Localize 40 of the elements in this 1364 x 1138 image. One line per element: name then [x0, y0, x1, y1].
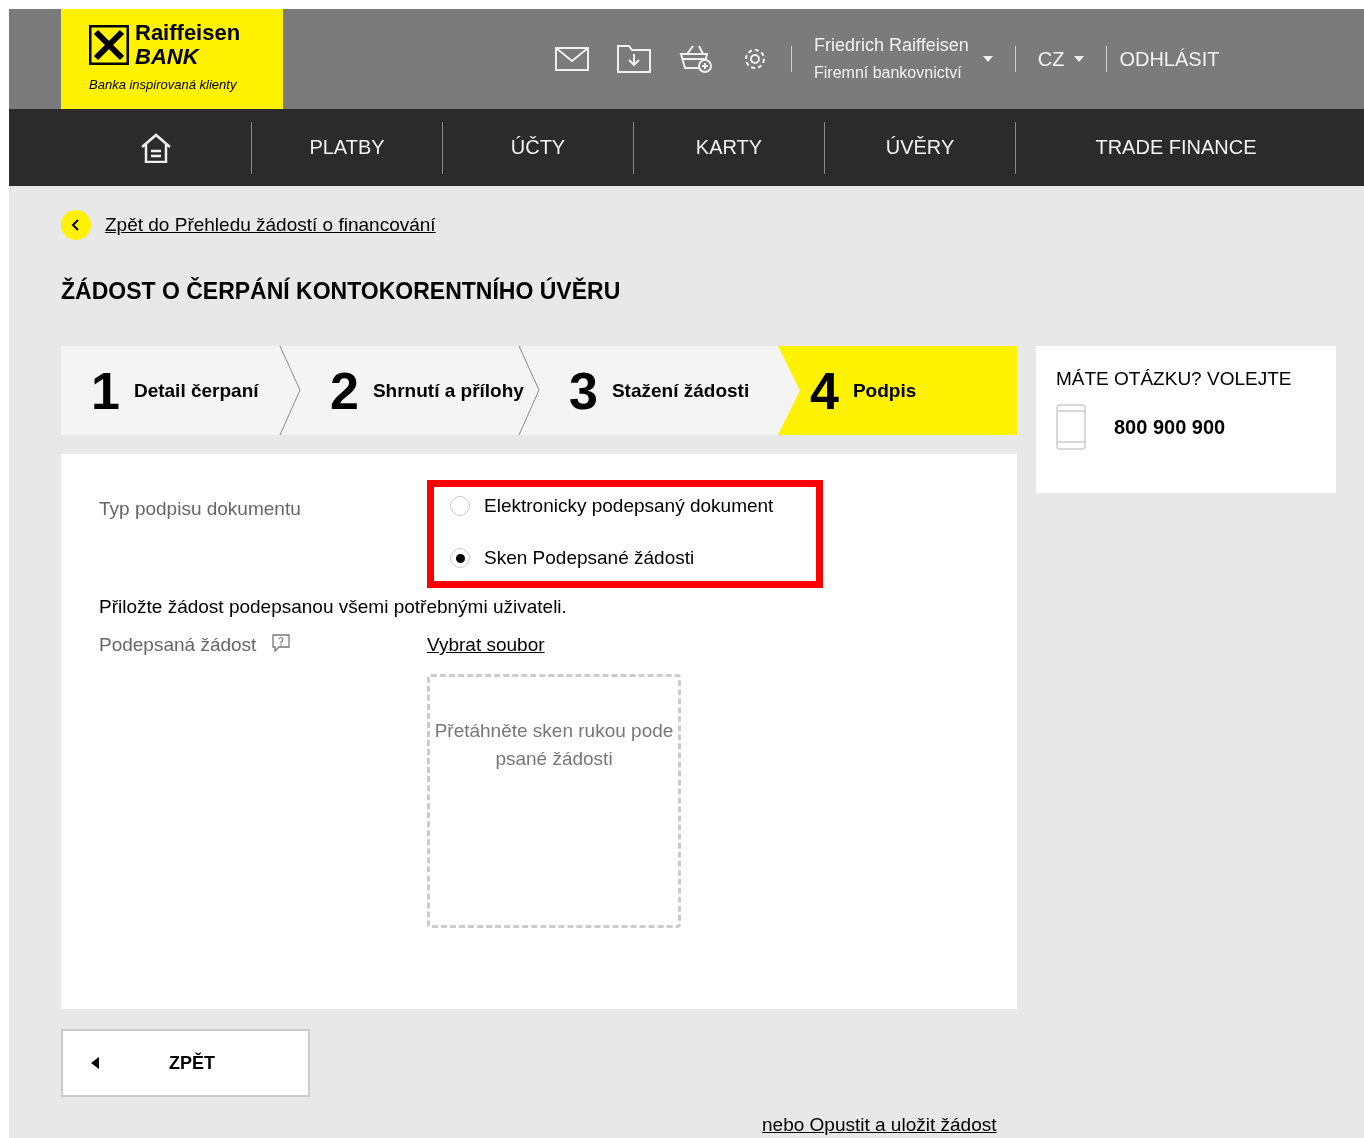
wizard-step[interactable]: 3 Stažení žádosti [539, 346, 778, 435]
nav-item[interactable]: ÚČTY [510, 136, 566, 159]
phone-number[interactable]: 800 900 900 [1114, 415, 1226, 439]
field-label: Podepsaná žádost [99, 634, 257, 656]
home-icon[interactable] [140, 132, 172, 163]
file-drop-zone[interactable]: Přetáhněte sken rukou podepsané žádosti [427, 674, 681, 928]
brand-name: BANK [135, 45, 201, 69]
radio-option[interactable]: Sken Podepsané žádosti [450, 547, 816, 569]
caret-left-icon [91, 1057, 99, 1069]
leave-link[interactable]: nebo Opustit a uložit žádost [762, 1114, 997, 1136]
back-button[interactable]: ZPĚT [61, 1029, 310, 1097]
user-name[interactable]: Friedrich Raiffeisen [814, 31, 969, 59]
help-icon[interactable] [272, 634, 291, 652]
language-selector[interactable]: CZ [1037, 47, 1065, 71]
basket-plus-icon[interactable] [679, 44, 713, 74]
radio-option[interactable]: Elektronicky podepsaný dokument [450, 495, 816, 517]
field-label: Typ podpisu dokumentu [99, 498, 302, 521]
wizard-step[interactable]: 2 Shrnutí a přílohy [300, 346, 539, 435]
bank-logo[interactable]: Raiffeisen BANK Banka inspirovaná klienty [61, 9, 283, 109]
nav-item[interactable]: PLATBY [309, 136, 385, 159]
cross-logo-icon [89, 25, 129, 65]
envelope-icon[interactable] [555, 47, 589, 71]
help-title: MÁTE OTÁZKU? VOLEJTE [1056, 368, 1293, 390]
nav-item[interactable]: TRADE FINANCE [1095, 136, 1257, 159]
back-link[interactable]: Zpět do Přehledu žádostí o financování [105, 214, 436, 236]
download-folder-icon[interactable] [617, 45, 651, 73]
nav-item[interactable]: ÚVĚRY [885, 136, 955, 159]
wizard-step[interactable]: 1 Detail čerpaní [61, 346, 300, 435]
instruction-text: Přiložte žádost podepsanou všemi potřebnými uživateli. [99, 596, 568, 618]
logo-tagline: Banka inspirovaná klienty [89, 77, 238, 92]
brand-name: Raiffeisen [135, 21, 241, 45]
select-file-link[interactable]: Vybrat soubor [427, 634, 545, 656]
caret-icon[interactable] [1074, 56, 1085, 62]
phone-icon [1056, 404, 1086, 450]
caret-icon[interactable] [982, 56, 993, 62]
page-title: ŽÁDOST O ČERPÁNÍ KONTOKORENTNÍHO ÚVĚRU [61, 276, 622, 306]
nav-item[interactable]: KARTY [695, 136, 763, 159]
logout-link[interactable]: ODHLÁSIT [1119, 47, 1220, 71]
wizard-step[interactable]: 4 Podpis [778, 346, 1017, 435]
user-subtitle: Firemní bankovnictví [814, 63, 963, 83]
